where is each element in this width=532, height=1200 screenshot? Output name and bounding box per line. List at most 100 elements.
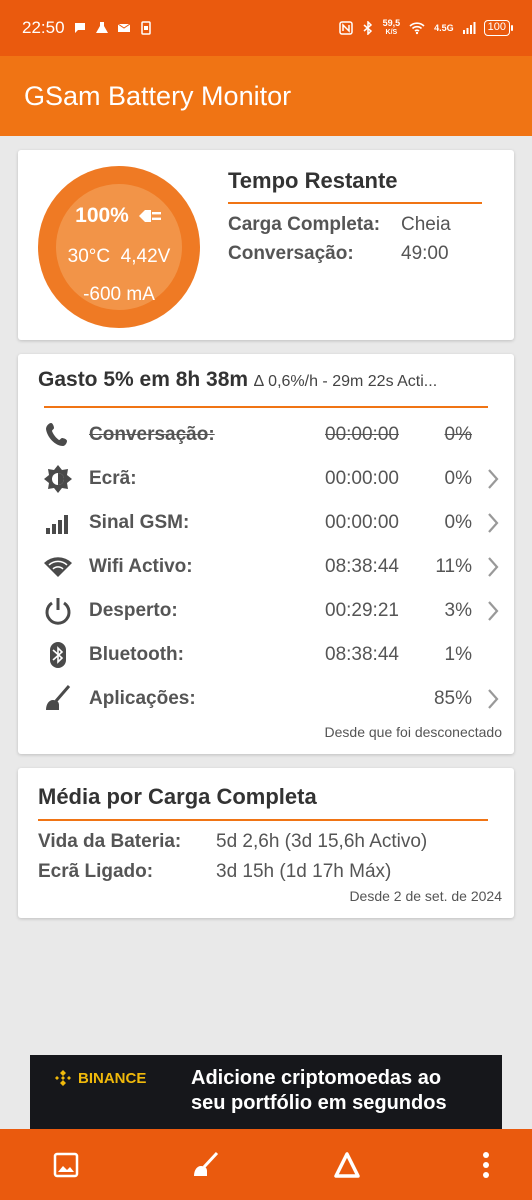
net-speed: 59,5 K/S bbox=[383, 19, 401, 37]
remaining-time-divider bbox=[228, 202, 482, 204]
battery-percent: 100% bbox=[75, 204, 129, 227]
usage-row-time: 08:38:44 bbox=[325, 644, 399, 665]
bluetooth-icon bbox=[42, 639, 74, 671]
status-time: 22:50 bbox=[22, 18, 65, 37]
status-bar: 22:50 59,5 K/S 4.5G 100 bbox=[0, 0, 532, 56]
net-speed-value: 59,5 bbox=[382, 18, 401, 28]
phone-icon bbox=[42, 419, 74, 451]
remaining-row-full-charge: Carga Completa: bbox=[228, 214, 380, 236]
usage-subheading: ∆ 0,6%/h - 29m 22s Acti... bbox=[253, 373, 438, 390]
usage-row-percent: 0% bbox=[444, 468, 472, 489]
chevron-right-icon bbox=[488, 601, 499, 621]
usage-row-percent: 0% bbox=[444, 512, 472, 533]
usage-row-time: 00:00:00 bbox=[325, 512, 399, 533]
nfc-icon bbox=[338, 21, 353, 35]
network-type: 4.5G bbox=[434, 23, 454, 33]
cell-signal-icon bbox=[462, 22, 476, 34]
app-bar: GSam Battery Monitor bbox=[0, 56, 532, 136]
apps-button[interactable] bbox=[188, 1147, 224, 1183]
average-row-screen-on: Ecrã Ligado: bbox=[38, 861, 153, 883]
usage-row-apps[interactable]: Aplicações: 85% bbox=[18, 679, 514, 719]
sim-notification-icon bbox=[140, 21, 151, 35]
delta-icon bbox=[334, 1152, 360, 1178]
usage-row-awake[interactable]: Desperto: 00:29:21 3% bbox=[18, 591, 514, 631]
usage-row-bluetooth[interactable]: Bluetooth: 08:38:44 1% bbox=[18, 635, 514, 675]
image-icon bbox=[53, 1152, 79, 1178]
average-row-label: Ecrã Ligado: bbox=[38, 861, 154, 882]
usage-heading: Gasto 5% em 8h 38m bbox=[38, 368, 249, 391]
average-row-battery-life-value: 5d 2,6h (3d 15,6h Activo) bbox=[216, 831, 427, 853]
usage-row-label: Wifi Activo: bbox=[89, 556, 193, 577]
battery-status: 100 bbox=[483, 20, 514, 36]
average-title: Média por Carga Completa bbox=[38, 784, 317, 809]
wifi-icon bbox=[42, 551, 74, 583]
chevron-right-icon bbox=[488, 469, 499, 489]
apps-broom-icon bbox=[194, 1151, 219, 1176]
app-title: GSam Battery Monitor bbox=[24, 80, 292, 111]
more-options-button[interactable] bbox=[468, 1147, 504, 1183]
remaining-row-full-charge-value: Cheia bbox=[401, 214, 451, 236]
ad-text-line2: seu portfólio em segundos bbox=[191, 1092, 447, 1114]
remaining-row-value: Cheia bbox=[401, 214, 451, 235]
usage-row-label: Sinal GSM: bbox=[89, 512, 190, 533]
battery-summary-card[interactable]: 100% 30°C 4,42V -600 mA Tempo Restante C… bbox=[18, 150, 514, 340]
ad-banner[interactable]: BINANCE Adicione criptomoedas ao seu por… bbox=[30, 1055, 502, 1129]
usage-row-label: Bluetooth: bbox=[89, 644, 184, 665]
gauge-temp-voltage: 30°C 4,42V bbox=[56, 246, 182, 268]
usage-row-label: Ecrã: bbox=[89, 468, 137, 489]
battery-gauge[interactable]: 100% 30°C 4,42V -600 mA bbox=[38, 166, 200, 328]
flask-notification-icon bbox=[95, 22, 108, 33]
usage-row-percent: 11% bbox=[435, 556, 472, 577]
usage-row-screen[interactable]: Ecrã: 00:00:00 0% bbox=[18, 459, 514, 499]
usage-row-gsm[interactable]: Sinal GSM: 00:00:00 0% bbox=[18, 503, 514, 543]
usage-header: Gasto 5% em 8h 38m ∆ 0,6%/h - 29m 22s Ac… bbox=[38, 368, 508, 392]
power-icon bbox=[42, 595, 74, 627]
chevron-right-icon bbox=[488, 513, 499, 533]
usage-row-percent: 0% bbox=[444, 424, 472, 445]
average-footer: Desde 2 de set. de 2024 bbox=[349, 888, 502, 904]
usage-row-wifi[interactable]: Wifi Activo: 08:38:44 11% bbox=[18, 547, 514, 587]
usage-card[interactable]: Gasto 5% em 8h 38m ∆ 0,6%/h - 29m 22s Ac… bbox=[18, 354, 514, 754]
average-row-value: 3d 15h (1d 17h Máx) bbox=[216, 861, 392, 882]
chevron-right-icon bbox=[488, 557, 499, 577]
average-row-battery-life: Vida da Bateria: bbox=[38, 831, 181, 853]
ad-text: Adicione criptomoedas ao seu portfólio e… bbox=[191, 1066, 491, 1116]
usage-row-label: Conversação: bbox=[89, 424, 215, 445]
remaining-time-title: Tempo Restante bbox=[228, 168, 398, 193]
battery-current: -600 mA bbox=[83, 284, 155, 305]
more-vert-icon bbox=[483, 1152, 489, 1178]
usage-row-time: 00:29:21 bbox=[325, 600, 399, 621]
usage-footer: Desde que foi desconectado bbox=[324, 724, 502, 740]
usage-divider bbox=[44, 406, 488, 408]
usage-row-percent: 1% bbox=[444, 644, 472, 665]
brightness-icon bbox=[42, 463, 74, 495]
usage-row-percent: 85% bbox=[433, 688, 472, 709]
bluetooth-status-icon bbox=[363, 21, 372, 35]
usage-row-label: Aplicações: bbox=[89, 688, 196, 709]
signal-icon bbox=[42, 507, 74, 539]
image-button[interactable] bbox=[48, 1147, 84, 1183]
delta-button[interactable] bbox=[329, 1147, 365, 1183]
remaining-row-value: 49:00 bbox=[401, 243, 449, 264]
ad-brand-name: BINANCE bbox=[78, 1069, 147, 1087]
bottom-toolbar bbox=[0, 1129, 532, 1200]
ad-text-line1: Adicione criptomoedas ao bbox=[191, 1067, 442, 1089]
battery-gauge-inner: 100% 30°C 4,42V -600 mA bbox=[56, 184, 182, 310]
wifi-status-icon bbox=[409, 22, 425, 35]
usage-row-time: 00:00:00 bbox=[325, 468, 399, 489]
battery-voltage: 4,42V bbox=[120, 246, 171, 267]
average-divider bbox=[38, 819, 488, 821]
remaining-row-talk: Conversação: bbox=[228, 243, 354, 265]
gauge-percent-row: 100% bbox=[56, 204, 182, 228]
binance-logo-icon bbox=[55, 1070, 71, 1086]
average-row-screen-on-value: 3d 15h (1d 17h Máx) bbox=[216, 861, 391, 883]
battery-temperature: 30°C bbox=[67, 246, 111, 267]
chevron-right-icon bbox=[488, 689, 499, 709]
usage-row-time: 00:00:00 bbox=[325, 424, 399, 445]
usage-row-percent: 3% bbox=[444, 600, 472, 621]
average-card[interactable]: Média por Carga Completa Vida da Bateria… bbox=[18, 768, 514, 918]
average-row-value: 5d 2,6h (3d 15,6h Activo) bbox=[216, 831, 428, 852]
usage-row-talk[interactable]: Conversação: 00:00:00 0% bbox=[18, 415, 514, 455]
usage-row-time: 08:38:44 bbox=[325, 556, 399, 577]
remaining-row-label: Carga Completa: bbox=[228, 214, 381, 235]
